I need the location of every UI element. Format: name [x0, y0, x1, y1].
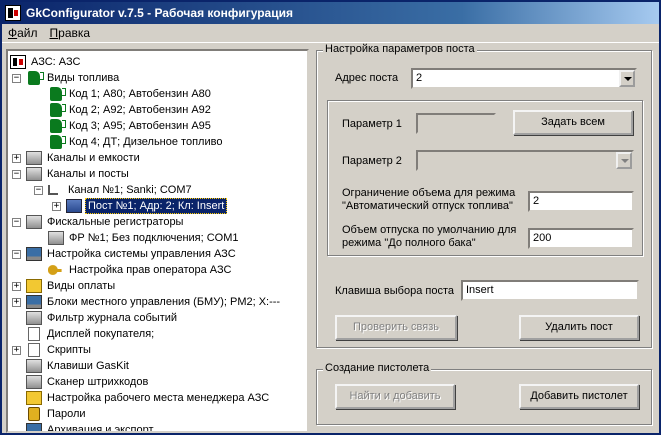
address-select[interactable]: 2 — [411, 68, 637, 89]
title-bar[interactable]: GkConfigurator v.7.5 - Рабочая конфигура… — [2, 2, 659, 24]
post-params-box: Параметр 1 Задать всем Параметр 2 Ограни… — [327, 100, 643, 256]
tree-node-payment[interactable]: Виды оплаты — [26, 278, 117, 294]
script-icon — [28, 343, 40, 357]
collapse-fuel-types[interactable]: − — [12, 74, 21, 83]
tree-node-control-setup[interactable]: Настройка системы управления АЗС — [26, 246, 238, 262]
limit-label-line2: "Автоматический отпуск топлива" — [342, 200, 513, 212]
menu-edit[interactable]: Правка — [50, 26, 91, 40]
address-label: Адрес поста — [335, 72, 399, 84]
tree-node-operator-rights[interactable]: Настройка прав оператора АЗС — [48, 262, 234, 278]
find-and-add-button[interactable]: Найти и добавить — [335, 384, 455, 409]
default-volume-input[interactable]: 200 — [528, 228, 634, 249]
pump-icon — [66, 199, 82, 213]
collapse-channels-posts[interactable]: − — [12, 170, 21, 179]
post-settings-legend: Настройка параметров поста — [323, 43, 477, 55]
fuel-can-icon — [50, 87, 66, 101]
app-icon — [5, 5, 21, 21]
tree-node-fr-1[interactable]: ФР №1; Без подключения; COM1 — [48, 230, 241, 246]
expand-bmu[interactable]: + — [12, 298, 21, 307]
properties-panel: Настройка параметров поста Адрес поста 2… — [314, 43, 659, 433]
money-icon — [26, 279, 42, 293]
fuel-can-icon — [50, 119, 66, 133]
fuel-can-icon — [50, 135, 66, 149]
chevron-down-icon[interactable] — [619, 70, 635, 87]
nozzle-legend: Создание пистолета — [323, 362, 432, 374]
default-volume-label-line2: режима "До полного бака" — [342, 237, 476, 249]
scanner-icon — [26, 375, 42, 389]
display-icon — [28, 327, 40, 341]
collapse-channel-1[interactable]: − — [34, 186, 43, 195]
main-window: GkConfigurator v.7.5 - Рабочая конфигура… — [0, 0, 661, 435]
filter-icon — [26, 311, 42, 325]
tree-node-gaskit-keys[interactable]: Клавиши GasKit — [26, 358, 131, 374]
archive-icon — [26, 423, 42, 431]
dispenser-icon — [26, 167, 42, 181]
tree-node-channels-tanks[interactable]: Каналы и емкости — [26, 150, 142, 166]
post-settings-group: Настройка параметров поста Адрес поста 2… — [316, 43, 652, 348]
tank-icon — [26, 151, 42, 165]
expand-payment[interactable]: + — [12, 282, 21, 291]
tree-node-post-1[interactable]: Пост №1; Адр: 2; Кл: Insert — [66, 198, 228, 214]
tree-node-archive[interactable]: Архивация и экспорт — [26, 422, 156, 431]
tree-node-fuel-1[interactable]: Код 1; А80; Автобензин А80 — [48, 86, 213, 102]
settings-icon — [26, 247, 42, 261]
folder-icon — [26, 391, 42, 405]
param2-label: Параметр 2 — [342, 155, 402, 167]
window-title: GkConfigurator v.7.5 - Рабочая конфигура… — [26, 6, 293, 20]
check-connection-button[interactable]: Проверить связь — [335, 315, 457, 340]
expand-post-1[interactable]: + — [52, 202, 61, 211]
expand-scripts[interactable]: + — [12, 346, 21, 355]
tree-node-manager-ws[interactable]: Настройка рабочего места менеджера АЗС — [26, 390, 271, 406]
param1-label: Параметр 1 — [342, 118, 402, 130]
collapse-fiscal[interactable]: − — [12, 218, 21, 227]
expand-channels-tanks[interactable]: + — [12, 154, 21, 163]
param1-input[interactable] — [416, 113, 496, 134]
tree-node-channel-1[interactable]: Канал №1; Sanki; COM7 — [48, 182, 194, 198]
delete-post-button[interactable]: Удалить пост — [519, 315, 639, 340]
menu-bar: Файл Правка — [2, 24, 659, 43]
fuel-can-icon — [50, 103, 66, 117]
key-input[interactable]: Insert — [461, 280, 639, 301]
limit-input[interactable]: 2 — [528, 191, 634, 212]
tree-node-root[interactable]: АЗС: АЗС — [10, 54, 82, 70]
tree-node-fiscal[interactable]: Фискальные регистраторы — [26, 214, 185, 230]
key-label: Клавиша выбора поста — [335, 285, 454, 297]
tree-node-buyer-display[interactable]: Дисплей покупателя; — [26, 326, 156, 342]
channel-icon — [48, 185, 58, 195]
lock-icon — [28, 407, 40, 421]
printer-icon — [26, 215, 42, 229]
tree-node-log-filter[interactable]: Фильтр журнала событий — [26, 310, 179, 326]
tree-node-fuel-types[interactable]: Виды топлива — [26, 70, 121, 86]
chevron-down-icon[interactable] — [616, 152, 632, 169]
address-value: 2 — [416, 72, 423, 84]
default-volume-label-line1: Объем отпуска по умолчанию для — [342, 224, 517, 236]
param2-select[interactable] — [416, 150, 634, 171]
tree-node-fuel-2[interactable]: Код 2; А92; Автобензин А92 — [48, 102, 213, 118]
set-all-button[interactable]: Задать всем — [513, 110, 633, 135]
terminal-icon — [26, 295, 42, 309]
add-nozzle-button[interactable]: Добавить пистолет — [519, 384, 639, 409]
tree-node-bmu[interactable]: Блоки местного управления (БМУ); PM2; X:… — [26, 294, 282, 310]
key-icon — [48, 263, 64, 277]
nozzle-group: Создание пистолета Найти и добавить Доба… — [316, 362, 652, 425]
tree-node-channels-posts[interactable]: Каналы и посты — [26, 166, 131, 182]
station-icon — [10, 55, 26, 69]
limit-label-line1: Ограничение объема для режима — [342, 187, 516, 199]
tree-node-fuel-3[interactable]: Код 3; А95; Автобензин А95 — [48, 118, 213, 134]
collapse-control-setup[interactable]: − — [12, 250, 21, 259]
printer-icon — [48, 231, 64, 245]
fuel-can-icon — [28, 71, 44, 85]
keyboard-icon — [26, 359, 42, 373]
tree-node-fuel-4[interactable]: Код 4; ДТ; Дизельное топливо — [48, 134, 224, 150]
tree-node-barcode[interactable]: Сканер штрихкодов — [26, 374, 150, 390]
tree-node-passwords[interactable]: Пароли — [26, 406, 88, 422]
config-tree[interactable]: АЗС: АЗС − Виды топлива Код 1; А80; Авто… — [6, 49, 309, 433]
menu-file[interactable]: Файл — [8, 26, 38, 40]
tree-node-scripts[interactable]: Скрипты — [26, 342, 93, 358]
